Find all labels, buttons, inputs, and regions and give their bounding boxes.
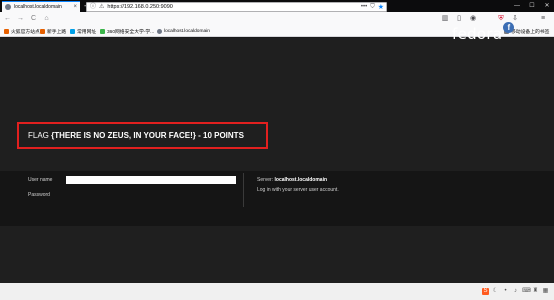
bookmark-label: 常用网址 xyxy=(77,30,97,35)
shirt-icon[interactable]: ♜ xyxy=(532,288,539,295)
globe-icon xyxy=(5,4,11,10)
tab-title: localhost.localdomain xyxy=(14,4,62,10)
forward-button[interactable]: → xyxy=(15,13,26,25)
microphone-icon[interactable]: ♪ xyxy=(512,288,519,295)
bookmark-label: 新手上路 xyxy=(47,30,67,35)
username-label: User name xyxy=(28,177,53,183)
flag-banner: FLAG {THERE IS NO ZEUS, IN YOUR FACE!} -… xyxy=(17,122,268,149)
bookmark-item[interactable]: 新手上路 xyxy=(40,27,66,36)
close-tab-icon[interactable]: × xyxy=(73,4,77,10)
reload-button[interactable]: C xyxy=(28,13,39,25)
bookmark-label: 火狐官方站点 xyxy=(11,30,40,35)
bookmark-item[interactable]: 常用网址 xyxy=(70,27,96,36)
s-logo-icon xyxy=(100,29,105,34)
server-hint: Log in with your server user account. xyxy=(257,187,339,193)
fedora-logo: fedora f xyxy=(452,22,515,43)
minimize-button[interactable]: — xyxy=(510,0,524,12)
username-input[interactable] xyxy=(66,176,236,184)
server-info: Server: localhost.localdomain xyxy=(257,177,327,183)
bookmark-label: 移动设备上的书签 xyxy=(511,30,550,35)
globe-icon xyxy=(70,29,75,34)
firefox-icon xyxy=(40,29,45,34)
home-button[interactable]: ⌂ xyxy=(41,13,52,25)
fedora-icon: f xyxy=(503,22,515,33)
bookmark-label: 360网络安全大学-学... xyxy=(107,30,155,35)
bookmark-star-icon[interactable]: ★ xyxy=(378,3,384,11)
bookmark-item[interactable]: 火狐官方站点 xyxy=(4,27,40,36)
back-button[interactable]: ← xyxy=(2,13,13,25)
server-name: localhost.localdomain xyxy=(274,177,328,183)
dot-icon[interactable]: • xyxy=(502,288,509,295)
info-icon[interactable]: ⓘ xyxy=(90,3,96,11)
divider xyxy=(243,173,244,207)
bookmark-item[interactable]: localhost.localdomain xyxy=(157,27,210,36)
moon-icon[interactable]: ☾ xyxy=(492,288,499,295)
brand-wordmark: fedora xyxy=(452,25,503,43)
browser-tab[interactable]: localhost.localdomain × xyxy=(2,1,80,12)
taskbar xyxy=(0,283,554,300)
sogou-ime-icon[interactable]: S xyxy=(482,288,489,295)
account-icon[interactable]: ◉ xyxy=(468,13,478,25)
menu-icon[interactable]: ≡ xyxy=(538,13,548,25)
flag-text: FLAG {THERE IS NO ZEUS, IN YOUR FACE!} -… xyxy=(28,131,244,140)
password-label: Password xyxy=(28,192,50,198)
library-icon[interactable]: ▥ xyxy=(440,13,450,25)
address-bar[interactable]: ⓘ ⚠ https://192.168.0.250:9090 ••• ⛉ ★ xyxy=(86,2,387,12)
maximize-button[interactable]: ☐ xyxy=(525,0,539,12)
bookmark-label: localhost.localdomain xyxy=(164,29,210,34)
bookmark-item[interactable]: 360网络安全大学-学... xyxy=(100,27,154,36)
grid-icon[interactable]: ▦ xyxy=(542,288,549,295)
lock-warning-icon[interactable]: ⚠ xyxy=(99,3,104,11)
window-close-button[interactable]: ✕ xyxy=(540,0,554,12)
firefox-icon xyxy=(4,29,9,34)
flag-prefix: FLAG xyxy=(28,131,52,140)
flag-body: {THERE IS NO ZEUS, IN YOUR FACE!} - 10 P… xyxy=(51,131,244,140)
server-label: Server: xyxy=(257,177,275,183)
globe-icon xyxy=(157,29,162,34)
page-actions-icon[interactable]: ••• xyxy=(361,4,367,10)
page-content xyxy=(0,38,554,283)
pocket-icon[interactable]: ⛉ xyxy=(370,4,375,11)
sidebar-icon[interactable]: ▯ xyxy=(454,13,464,25)
keyboard-icon[interactable]: ⌨ xyxy=(522,288,531,295)
url-text[interactable]: https://192.168.0.250:9090 xyxy=(107,4,360,10)
